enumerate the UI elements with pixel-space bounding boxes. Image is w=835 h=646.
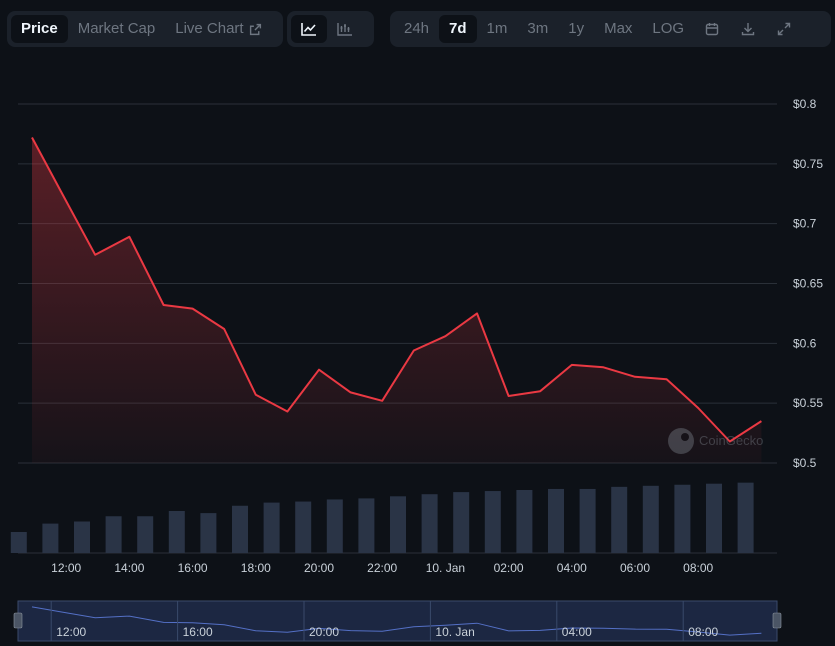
x-tick-label: 14:00 [114,561,144,575]
volume-bar [263,502,280,553]
volume-bar [421,494,438,553]
x-tick-label: 20:00 [304,561,334,575]
volume-bar [737,482,754,553]
volume-bar [390,496,406,553]
coingecko-watermark: CoinGecko [668,428,763,454]
volume-bar [674,484,691,553]
y-tick-label: $0.5 [793,456,817,470]
expand-icon [777,22,791,36]
navigator-label: 12:00 [56,625,86,639]
x-tick-label: 08:00 [683,561,713,575]
chart-type-toggle [287,11,374,47]
navigator-label: 04:00 [562,625,592,639]
price-chart[interactable]: $0.5 $0.55 $0.6 $0.65 $0.7 $0.75 $0.8 12:00 14:… [0,0,835,646]
y-tick-label: $0.7 [793,217,817,231]
x-tick-label: 02:00 [494,561,524,575]
navigator-label: 16:00 [183,625,213,639]
calendar-icon [705,23,719,36]
fullscreen-button[interactable] [766,15,802,43]
candlestick-chart-button[interactable] [327,15,363,43]
navigator-handle-left[interactable] [13,612,23,629]
range-24h[interactable]: 24h [394,15,439,43]
y-tick-label: $0.75 [793,157,823,171]
navigator-label: 08:00 [688,625,718,639]
navigator-line [31,606,762,636]
price-line [31,137,762,443]
volume-bar [453,492,470,553]
volume-bar [516,490,533,553]
volume-bar [579,488,596,553]
volume-bar [200,513,217,553]
volume-bar [548,488,564,553]
navigator-label: 10. Jan [435,625,474,639]
volume-bar [642,485,659,553]
line-chart-icon [301,23,316,36]
watermark-text: CoinGecko [699,433,763,448]
calendar-button[interactable] [694,15,730,43]
x-tick-label: 06:00 [620,561,650,575]
download-button[interactable] [730,15,766,43]
volume-bar [42,523,59,553]
download-icon [741,23,755,36]
range-1m[interactable]: 1m [477,15,518,43]
tab-market-cap[interactable]: Market Cap [68,15,166,43]
view-tabs: Price Market Cap Live Chart [7,11,283,47]
range-1y[interactable]: 1y [558,15,594,43]
volume-bar [10,532,27,553]
navigator-label: 20:00 [309,625,339,639]
y-tick-label: $0.55 [793,396,823,410]
range-7d[interactable]: 7d [439,15,477,43]
x-tick-label: 04:00 [557,561,587,575]
tab-live-chart[interactable]: Live Chart [165,15,271,43]
x-tick-label: 16:00 [178,561,208,575]
volume-bar [168,511,185,553]
x-tick-label: 18:00 [241,561,271,575]
tab-price[interactable]: Price [11,15,68,43]
x-tick-label: 10. Jan [426,561,465,575]
line-chart-button[interactable] [291,15,327,43]
x-tick-label: 12:00 [51,561,81,575]
volume-bar [232,505,248,553]
y-tick-label: $0.6 [793,336,817,350]
range-3m[interactable]: 3m [517,15,558,43]
volume-bar [484,491,501,553]
volume-bar [358,498,375,553]
volume-bar [611,486,628,553]
range-navigator[interactable]: 12:00 16:00 20:00 10. Jan 04:00 08:00 [13,600,782,642]
range-max[interactable]: Max [594,15,642,43]
volume-bar [326,499,343,553]
range-selector: 24h 7d 1m 3m 1y Max LOG [390,11,831,47]
y-tick-label: $0.8 [793,97,817,111]
bar-chart-icon [337,23,352,36]
navigator-handle-right[interactable] [772,612,782,629]
log-scale-toggle[interactable]: LOG [642,15,694,43]
volume-bar [137,516,154,553]
y-tick-label: $0.65 [793,277,823,291]
price-area [32,137,762,463]
volume-bar [105,516,122,553]
volume-bar [706,483,722,553]
x-tick-label: 22:00 [367,561,397,575]
volume-bar [295,501,312,553]
external-link-icon [249,23,261,35]
volume-bar [74,521,90,553]
